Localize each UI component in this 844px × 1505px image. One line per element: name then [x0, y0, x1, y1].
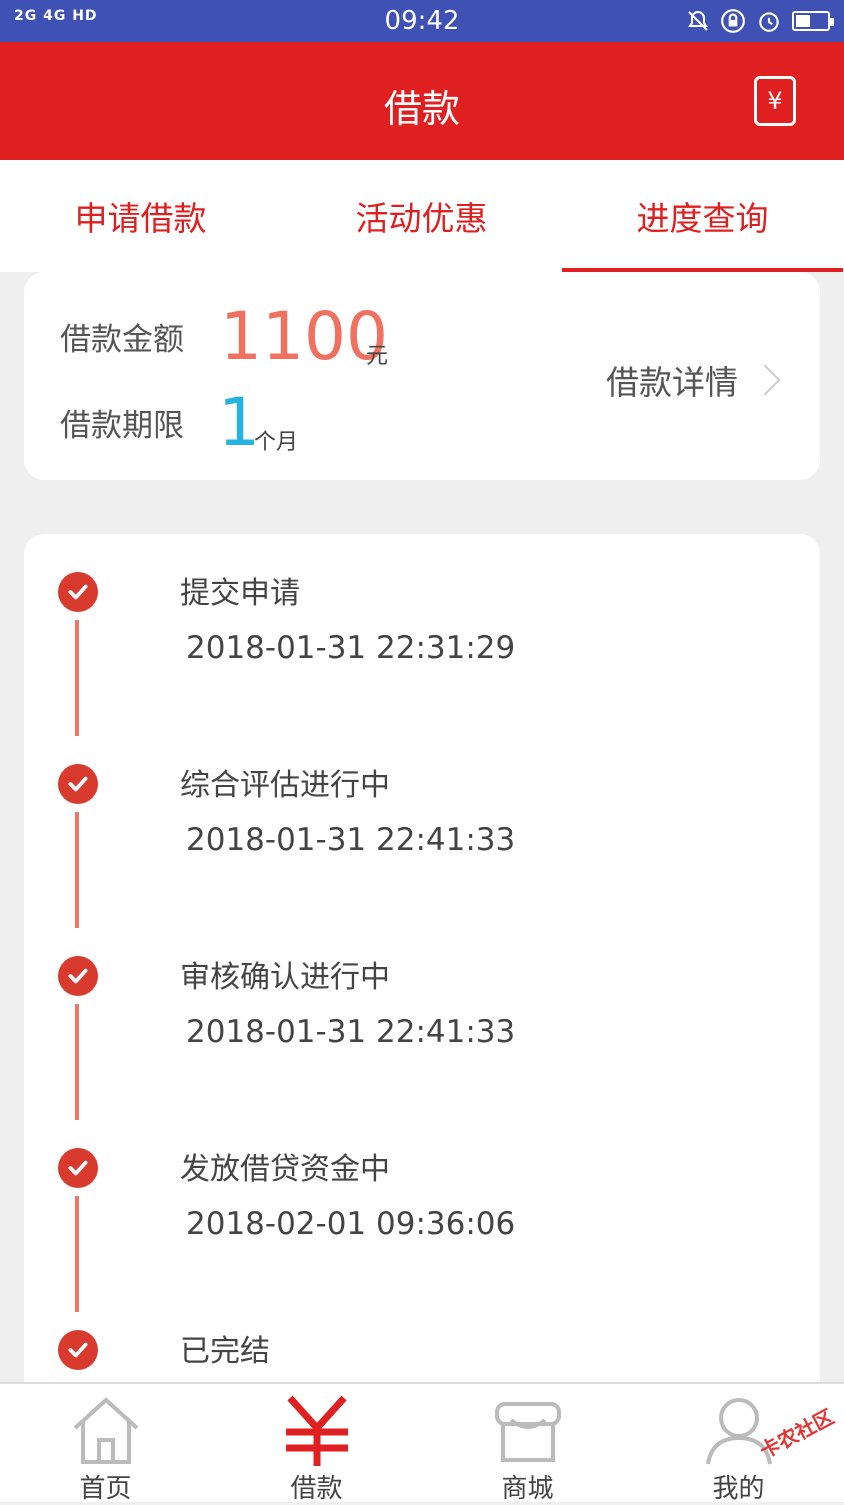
check-circle-icon [58, 1330, 98, 1370]
timeline-step: 提交申请 2018-01-31 22:31:29 [24, 534, 820, 736]
loan-detail-label: 借款详情 [606, 363, 738, 402]
timeline-step: 综合评估进行中 2018-01-31 22:41:33 [24, 726, 820, 928]
progress-timeline: 提交申请 2018-01-31 22:31:29 综合评估进行中 2018-01… [24, 534, 820, 1414]
nav-mine[interactable]: 我的 [633, 1384, 844, 1504]
amount-unit: 元 [366, 344, 389, 369]
rotation-lock-icon [721, 9, 745, 33]
home-icon [73, 1397, 138, 1464]
tab-progress-query[interactable]: 进度查询 [562, 160, 843, 272]
timeline-connector [75, 620, 79, 736]
nav-loan-label: 借款 [290, 1474, 343, 1504]
chevron-right-icon [749, 364, 781, 396]
nav-store[interactable]: 商城 [422, 1384, 633, 1504]
nav-home-label: 首页 [79, 1474, 132, 1504]
timeline-connector [75, 1004, 79, 1120]
yuan-icon [285, 1395, 348, 1466]
nav-mine-label: 我的 [712, 1474, 765, 1504]
alarm-icon [759, 12, 779, 32]
step-time: 2018-02-01 09:36:06 [186, 1206, 516, 1242]
tab-bar: 申请借款 活动优惠 进度查询 [0, 160, 844, 272]
page-title: 借款 [383, 87, 460, 131]
status-icons [686, 8, 834, 34]
step-title: 发放借贷资金中 [180, 1152, 390, 1187]
step-title: 已完结 [180, 1334, 270, 1369]
nav-home[interactable]: 首页 [0, 1384, 211, 1504]
timeline-connector [75, 812, 79, 928]
currency-exchange-icon[interactable]: ¥ [754, 76, 796, 126]
loan-detail-link[interactable]: 借款详情 [606, 356, 781, 404]
step-title: 审核确认进行中 [180, 960, 390, 995]
amount-value: 1100 [220, 298, 388, 375]
timeline-step: 发放借贷资金中 2018-02-01 09:36:06 [24, 1110, 820, 1312]
loan-summary-card: 借款金额 1100 元 借款期限 1 个月 借款详情 [24, 272, 820, 480]
step-title: 提交申请 [180, 576, 300, 611]
bottom-nav: 首页 借款 商城 我的 [0, 1382, 844, 1504]
tab-promotions[interactable]: 活动优惠 [281, 160, 562, 272]
step-time: 2018-01-31 22:41:33 [186, 822, 516, 858]
battery-icon [792, 11, 834, 31]
bell-muted-icon [688, 10, 708, 31]
step-title: 综合评估进行中 [180, 768, 390, 803]
check-circle-icon [58, 764, 98, 804]
check-circle-icon [58, 956, 98, 996]
tab-apply-loan[interactable]: 申请借款 [0, 160, 281, 272]
app-header: 借款 ¥ [0, 42, 844, 160]
nav-loan[interactable]: 借款 [211, 1384, 422, 1504]
term-unit: 个月 [254, 430, 299, 455]
store-icon [494, 1402, 561, 1462]
status-bar: 2G 4G HD 09:42 [0, 0, 844, 42]
step-time: 2018-01-31 22:41:33 [186, 1014, 516, 1050]
step-time: 2018-01-31 22:31:29 [186, 630, 516, 666]
term-label: 借款期限 [60, 408, 184, 444]
nav-store-label: 商城 [501, 1474, 554, 1504]
timeline-step: 审核确认进行中 2018-01-31 22:41:33 [24, 918, 820, 1120]
check-circle-icon [58, 1148, 98, 1188]
amount-label: 借款金额 [60, 322, 184, 358]
check-circle-icon [58, 572, 98, 612]
